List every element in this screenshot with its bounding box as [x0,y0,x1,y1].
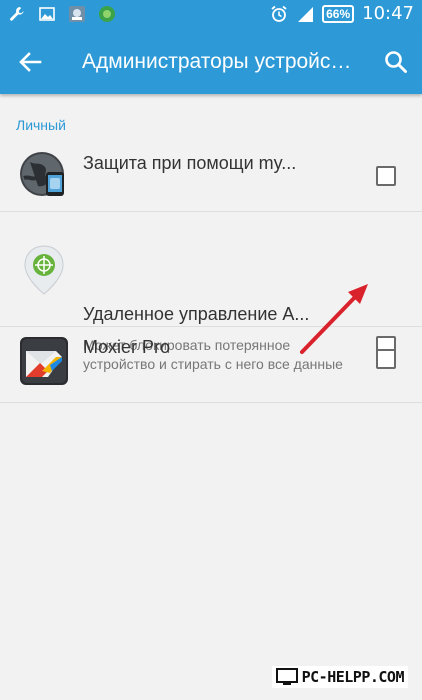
toolbar: Администраторы устройства [0,30,422,94]
watermark: PC-HELPP.COM [271,666,408,688]
section-header-personal: Личный [16,117,66,133]
admin-checkbox[interactable] [376,166,396,186]
green-app-icon [98,4,116,24]
monitor-icon [275,668,298,685]
app-notification-icon [68,4,86,24]
watermark-text: PC-HELPP.COM [301,668,405,686]
alarm-icon [270,4,288,24]
annotation-arrow [300,284,368,354]
search-icon [385,51,407,73]
device-admin-list: Защита при помощи my... Удаленное управл… [0,136,422,403]
page-title: Администраторы устройства [82,50,358,73]
notification-icons [8,4,116,24]
clock: 10:47 [362,3,414,24]
system-status: 66% 10:47 [270,3,414,24]
list-item[interactable]: Защита при помощи my... [0,136,422,212]
back-button[interactable] [16,48,44,76]
signal-icon [296,4,314,24]
moxier-envelope-icon [18,335,70,387]
search-button[interactable] [382,48,410,76]
location-pin-icon [18,244,70,296]
wrench-icon [8,4,26,24]
image-icon [38,4,56,24]
arrow-left-icon [19,52,42,72]
battery-icon: 66% [322,4,355,23]
admin-checkbox[interactable] [376,349,396,369]
admin-title: Защита при помощи my... [83,153,297,173]
status-bar: 66% 10:47 [0,0,422,30]
globe-phone-icon [18,148,70,200]
